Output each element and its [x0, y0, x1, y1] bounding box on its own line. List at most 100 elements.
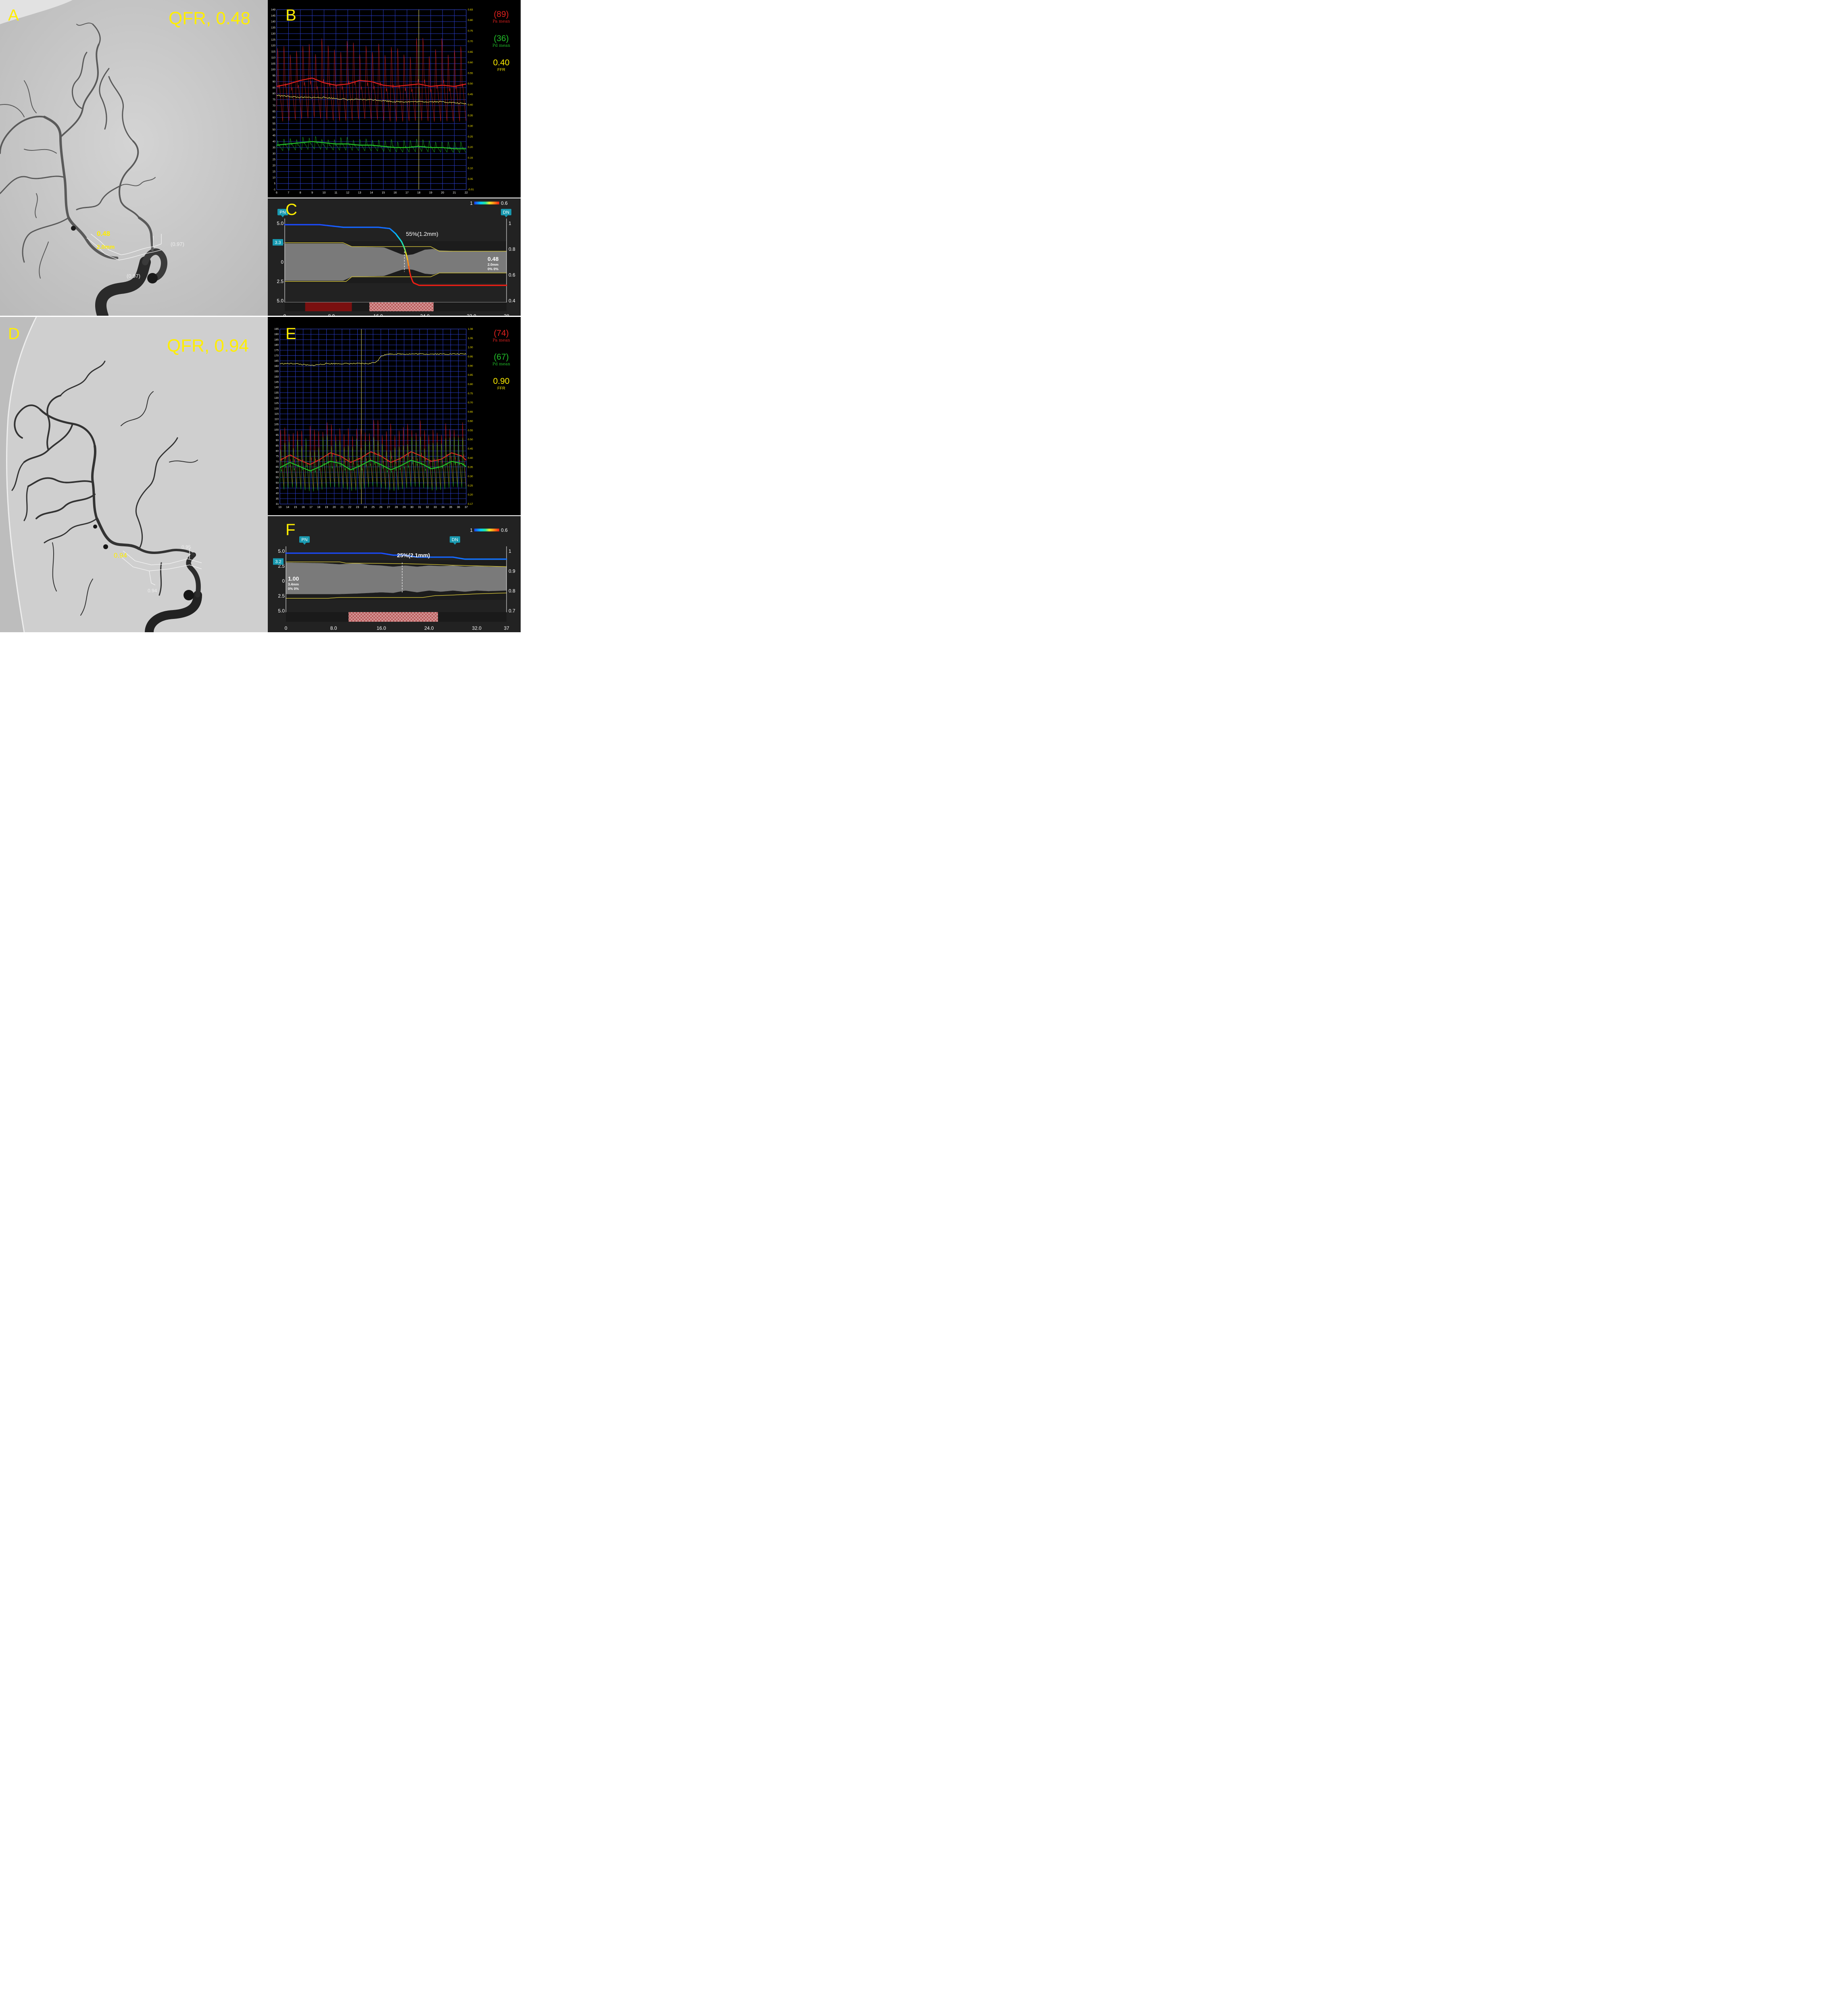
x-tick-label: 20 — [333, 506, 336, 509]
y-left-tick-label: 120 — [274, 407, 279, 410]
y-right-tick-label: 0.85 — [468, 374, 473, 377]
y-left-tick-label: 2.5 — [278, 593, 285, 599]
dn-tag-pointer — [505, 215, 508, 217]
vessel-qfr-d: 0.94 — [114, 552, 127, 559]
y-right-tick-label: 0.9 — [509, 568, 515, 574]
pn-tag-pointer — [303, 543, 306, 545]
y-left-tick-label: 110 — [271, 56, 276, 59]
y-right-tick-label: -0.01 — [468, 188, 474, 191]
y-left-tick-label: 170 — [274, 354, 279, 357]
pa-mean-value-b: (89) — [494, 10, 509, 19]
panel-label-e: E — [286, 325, 296, 343]
info-stenosis-pct: 0% 0% — [488, 267, 498, 271]
y-right-tick-label: 0.50 — [468, 438, 473, 441]
lesion-bar-segment — [369, 302, 434, 311]
x-tick-label: 29 — [402, 506, 406, 509]
pd-mean-label-b: Pd mean — [492, 44, 511, 48]
y-left-tick-label: 90 — [273, 80, 276, 83]
ref-diameter-value: 3.3 — [275, 240, 281, 245]
y-right-tick-label: 1.05 — [468, 337, 473, 340]
y-left-tick-label: 150 — [274, 375, 279, 378]
x-tick-label: 14 — [370, 192, 373, 194]
x-tick-label: 23 — [356, 506, 359, 509]
y-right-tick-label: 0.45 — [468, 93, 473, 96]
ffr-readout-b: 0.40 FFR — [483, 58, 519, 72]
y-left-tick-label: 130 — [271, 32, 275, 35]
stenosis-label: 55%(1.2mm) — [406, 231, 438, 237]
x-tick-label: 22 — [348, 506, 351, 509]
x-tick-label: 17 — [309, 506, 313, 509]
dn-tag-label: DN — [503, 210, 509, 215]
side-branch-qfr-d2: 0.94 — [148, 588, 157, 594]
y-right-tick-label: 1 — [509, 548, 511, 554]
y-left-tick-label: 75 — [276, 455, 279, 458]
y-right-tick-label: 0.40 — [468, 457, 473, 460]
y-right-tick-label: 0.6 — [509, 272, 515, 278]
y-left-tick-label: 100 — [274, 429, 279, 431]
y-left-tick-label: 60 — [273, 117, 276, 119]
y-left-tick-label: 75 — [273, 98, 276, 101]
pa-mean-label-e: Pa mean — [492, 338, 510, 343]
y-right-tick-label: 0.60 — [468, 420, 473, 423]
y-right-tick-label: 0.30 — [468, 125, 473, 128]
y-right-tick-label: 0.75 — [468, 29, 473, 32]
qfr-profile-chart-f: 5.02.502.55.010.90.80.70 8.0 16.0 24.0 32.0 3… — [273, 527, 515, 631]
y-left-tick-label: 5 — [274, 182, 275, 185]
y-left-tick-label: 190 — [274, 333, 279, 336]
x-tick-label: 15 — [382, 192, 385, 194]
side-branch-qfr-a2: (0.97) — [127, 273, 140, 279]
pn-tag-pointer — [281, 215, 284, 217]
pressure-panel-b: 149 145 140 135 130 125 120 115 110 105 100 95 90 85 8… — [268, 0, 521, 198]
y-left-tick-label: 55 — [276, 476, 279, 479]
x-tick-label: 11 — [334, 192, 337, 194]
x-tick-label: 25 — [371, 506, 375, 509]
colorbar-min-label: 1 — [470, 527, 473, 533]
x-tick-label: 28 — [395, 506, 398, 509]
panel-label-f: F — [286, 521, 296, 539]
y-left-tick-label: 30 — [273, 152, 276, 155]
y-right-tick-label: 0.80 — [468, 383, 473, 386]
y-left-tick-label: 40 — [276, 492, 279, 495]
y-left-tick-label: 90 — [276, 439, 279, 442]
y-left-tick-label: 180 — [274, 344, 279, 346]
colorbar — [474, 202, 499, 204]
y-left-tick-label: 35 — [273, 146, 276, 149]
y-left-tick-label: 140 — [271, 21, 275, 23]
x-tick-label: 16.0 — [377, 625, 386, 631]
y-left-tick-label: 140 — [274, 386, 279, 389]
y-left-tick-label: 20 — [273, 165, 276, 167]
x-tick-label: 8.0 — [328, 313, 335, 316]
x-tick-label: 15 — [294, 506, 297, 509]
x-tick-label: 33 — [434, 506, 437, 509]
y-right-tick-label: 0.15 — [468, 156, 473, 159]
y-right-tick-label: 0.55 — [468, 429, 473, 432]
panel-label-d: D — [8, 325, 20, 343]
y-left-tick-label: 70 — [273, 104, 276, 107]
x-tick-label: 9 — [311, 192, 313, 194]
y-left-tick-label: 0 — [281, 259, 284, 265]
x-tick-label: 32 — [426, 506, 429, 509]
y-left-tick-label: 155 — [274, 370, 279, 373]
y-right-tick-label: 0.55 — [468, 72, 473, 75]
qfr-title-d: QFR, 0.94 — [167, 336, 249, 356]
y-right-tick-label: 1 — [509, 221, 511, 226]
y-right-tick-label: 0.95 — [468, 356, 473, 358]
y-left-tick-label: 5.0 — [277, 221, 284, 226]
ref-diameter-value: 3.2 — [275, 560, 281, 564]
y-left-tick-label: 100 — [271, 69, 275, 71]
y-right-tick-label: 0.35 — [468, 466, 473, 469]
pd-mean-readout-e: (67) Pd mean — [483, 353, 519, 367]
y-right-tick-label: 0.8 — [509, 246, 515, 252]
x-tick-label: 7 — [288, 192, 289, 194]
y-right-tick-label: 0.50 — [468, 83, 473, 85]
y-left-tick-label: 110 — [275, 418, 279, 421]
y-right-tick-label: 0.4 — [509, 298, 515, 304]
y-left-tick-label: 175 — [274, 349, 279, 352]
x-tick-label: 36 — [457, 506, 460, 509]
x-tick-label: 0 — [284, 313, 286, 316]
y-left-tick-label: 125 — [274, 402, 279, 405]
x-tick-label: 35 — [449, 506, 452, 509]
x-tick-label: 10 — [323, 192, 326, 194]
x-tick-label: 18 — [417, 192, 421, 194]
colorbar — [474, 529, 499, 531]
